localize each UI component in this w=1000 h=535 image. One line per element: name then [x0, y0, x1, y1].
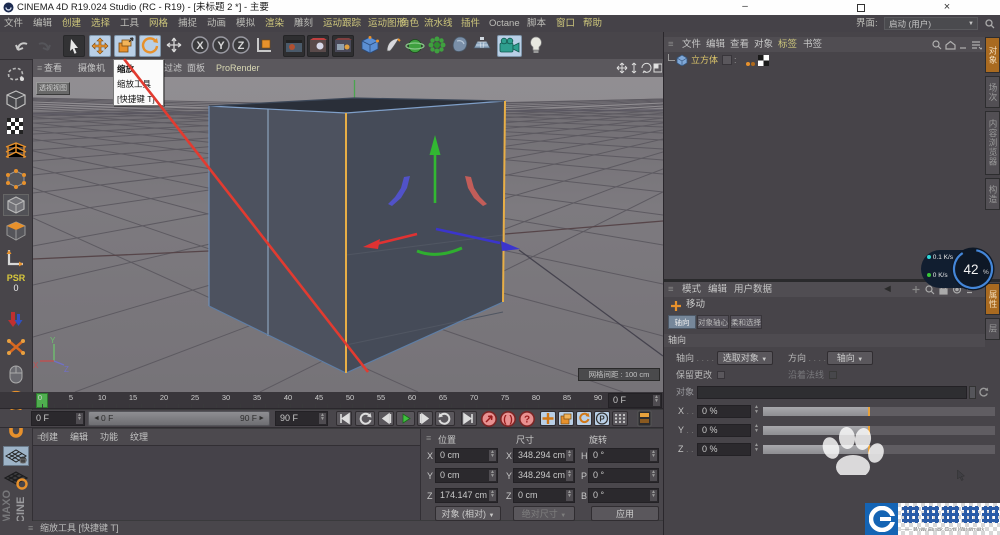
svg-text:Y: Y — [50, 336, 56, 345]
svg-text:?: ? — [524, 415, 530, 426]
svg-text:%: % — [983, 269, 989, 276]
svg-text:Y: Y — [217, 40, 225, 52]
svg-text:X: X — [196, 40, 204, 52]
svg-text:X: X — [33, 361, 39, 370]
svg-text:P: P — [599, 415, 605, 424]
svg-text:42: 42 — [963, 262, 978, 277]
svg-text:( ): ( ) — [503, 415, 512, 426]
svg-text:Z: Z — [238, 40, 245, 52]
svg-text:Z: Z — [64, 365, 69, 374]
